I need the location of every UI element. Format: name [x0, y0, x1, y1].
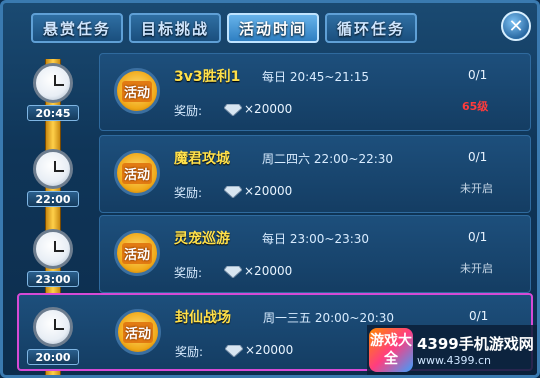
activity-badge-icon: 活动	[115, 309, 161, 355]
reward-amount: ×20000	[244, 264, 293, 278]
activity-status: 未开启	[460, 182, 493, 195]
timeline-clock: 23:00	[27, 229, 79, 295]
reward-amount: ×20000	[245, 343, 294, 357]
activity-status: 未开启	[460, 262, 493, 275]
close-button[interactable]: ✕	[501, 11, 531, 41]
clock-icon	[33, 307, 73, 347]
tab-loop-tasks[interactable]: 循环任务	[325, 13, 418, 43]
timeline-clock: 22:00	[27, 149, 79, 215]
tab-activity-time[interactable]: 活动时间	[227, 13, 320, 43]
clock-icon	[33, 229, 73, 269]
timeline-clock: 20:00	[27, 307, 79, 373]
badge-text: 活动	[121, 162, 152, 184]
activity-schedule: 周二四六 22:00~22:30	[262, 152, 394, 166]
activity-badge-icon: 活动	[114, 68, 160, 114]
activity-title: 魔君攻城	[174, 151, 230, 167]
clock-icon	[33, 63, 73, 103]
clock-time: 23:00	[27, 271, 79, 287]
clock-time: 20:45	[27, 105, 79, 121]
watermark: 游戏大全 4399手机游戏网 www.4399.cn	[367, 325, 537, 375]
tab-bounty-tasks[interactable]: 悬赏任务	[31, 13, 124, 43]
badge-text: 活动	[122, 321, 153, 343]
watermark-logo: 游戏大全	[369, 328, 413, 372]
activity-badge-icon: 活动	[114, 230, 160, 276]
diamond-icon	[224, 186, 242, 198]
activity-title: 3v3胜利1	[174, 69, 241, 85]
close-icon: ✕	[508, 15, 524, 37]
reward-label: 奖励:	[174, 104, 203, 118]
activity-status: 65级	[462, 100, 489, 113]
tab-bar: 悬赏任务 目标挑战 活动时间 循环任务	[31, 13, 418, 45]
reward-label: 奖励:	[174, 186, 203, 200]
activity-badge-icon: 活动	[114, 150, 160, 196]
badge-text: 活动	[121, 80, 152, 102]
activity-schedule: 每日 20:45~21:15	[262, 70, 370, 84]
activity-title: 封仙战场	[175, 310, 231, 326]
activity-count: 0/1	[469, 309, 489, 323]
reward-label: 奖励:	[175, 345, 204, 359]
activity-row[interactable]: 活动 魔君攻城 周二四六 22:00~22:30 0/1 奖励: ×20000 …	[99, 135, 531, 213]
tab-goal-challenge[interactable]: 目标挑战	[129, 13, 222, 43]
activity-row[interactable]: 活动 3v3胜利1 每日 20:45~21:15 0/1 奖励: ×20000 …	[99, 53, 531, 131]
watermark-site-name: 4399手机游戏网	[417, 335, 534, 353]
watermark-url: www.4399.cn	[417, 354, 491, 367]
timeline-clock: 20:45	[27, 63, 79, 129]
activity-panel: 悬赏任务 目标挑战 活动时间 循环任务 ✕ 20:45 活动 3v3胜利1 每日…	[0, 0, 540, 378]
diamond-icon	[224, 266, 242, 278]
activity-schedule: 每日 23:00~23:30	[262, 232, 370, 246]
clock-time: 20:00	[27, 349, 79, 365]
activity-count: 0/1	[468, 150, 488, 164]
clock-time: 22:00	[27, 191, 79, 207]
activity-schedule: 周一三五 20:00~20:30	[263, 311, 395, 325]
diamond-icon	[224, 104, 242, 116]
clock-icon	[33, 149, 73, 189]
reward-amount: ×20000	[244, 102, 293, 116]
badge-text: 活动	[121, 242, 152, 264]
diamond-icon	[225, 345, 243, 357]
reward-label: 奖励:	[174, 266, 203, 280]
activity-count: 0/1	[468, 68, 488, 82]
reward-amount: ×20000	[244, 184, 293, 198]
activity-count: 0/1	[468, 230, 488, 244]
activity-row[interactable]: 活动 灵宠巡游 每日 23:00~23:30 0/1 奖励: ×20000 未开…	[99, 215, 531, 293]
activity-title: 灵宠巡游	[174, 231, 230, 247]
